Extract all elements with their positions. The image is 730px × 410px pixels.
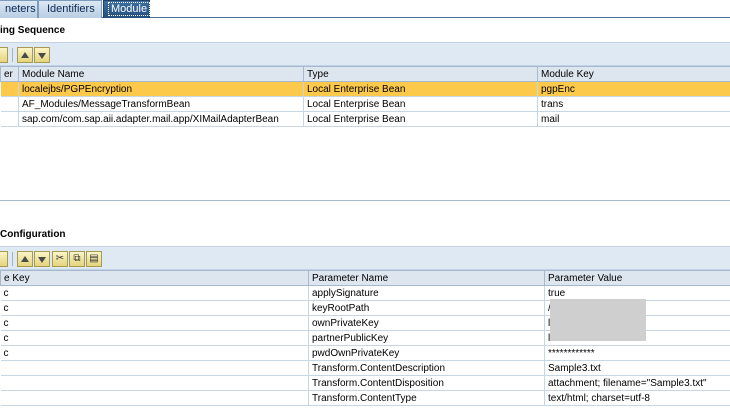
cell-module-name[interactable]: sap.com/com.sap.aii.adapter.mail.app/XIM… <box>18 111 304 127</box>
column-header-parameter-value[interactable]: Parameter Value <box>544 270 730 286</box>
table-row[interactable]: localejbs/PGPEncryption Local Enterprise… <box>0 81 730 97</box>
cell-parameter-value[interactable]: ************ <box>544 345 730 361</box>
cut-button[interactable]: ✂ <box>52 251 68 267</box>
column-header-module-key[interactable]: Module Key <box>537 66 730 82</box>
cell-parameter-name[interactable]: keyRootPath <box>308 300 545 316</box>
redacted-values-block <box>550 299 646 341</box>
table-bottom-border <box>0 200 730 201</box>
cell-module-name[interactable]: AF_Modules/MessageTransformBean <box>18 96 304 112</box>
processing-sequence-table: er Module Name Type Module Key localejbs… <box>0 66 730 127</box>
tab-module[interactable]: Module <box>103 0 151 18</box>
cell-parameter-name[interactable]: Transform.ContentDisposition <box>308 375 545 391</box>
table-row[interactable]: Transform.ContentDisposition attachment;… <box>0 375 730 391</box>
cell-module-key[interactable]: c <box>0 300 309 316</box>
cell-module-key[interactable]: trans <box>537 96 730 112</box>
cell-module-key[interactable] <box>0 390 309 406</box>
tab-parameters[interactable]: neters <box>0 0 38 18</box>
table-header-row: er Module Name Type Module Key <box>0 66 730 82</box>
toolbar-divider <box>12 48 13 62</box>
move-up-button[interactable] <box>17 47 33 63</box>
cell-module-key[interactable]: c <box>0 285 309 301</box>
table-row[interactable]: c pwdOwnPrivateKey ************ <box>0 345 730 361</box>
column-header-module-key[interactable]: e Key <box>0 270 309 286</box>
table-row[interactable]: sap.com/com.sap.aii.adapter.mail.app/XIM… <box>0 111 730 127</box>
cell-parameter-value[interactable]: Sample3.txt <box>544 360 730 376</box>
cell-module-key[interactable]: mail <box>537 111 730 127</box>
cell-type[interactable]: Local Enterprise Bean <box>303 81 538 97</box>
tab-strip: neters Identifiers Module <box>0 0 730 18</box>
cell-module-key[interactable] <box>0 360 309 376</box>
column-header-parameter-name[interactable]: Parameter Name <box>308 270 545 286</box>
insert-icon <box>0 48 7 62</box>
paste-button[interactable]: ▤ <box>86 251 102 267</box>
insert-row-button[interactable] <box>0 47 8 63</box>
cell-module-key[interactable]: c <box>0 345 309 361</box>
copy-button[interactable]: ⧉ <box>69 251 85 267</box>
tab-label: Identifiers <box>47 3 95 15</box>
move-down-button[interactable] <box>34 47 50 63</box>
cell-parameter-name[interactable]: Transform.ContentDescription <box>308 360 545 376</box>
cell-parameter-name[interactable]: partnerPublicKey <box>308 330 545 346</box>
toolbar-divider <box>12 252 13 266</box>
column-header-number[interactable]: er <box>0 66 19 82</box>
cell-parameter-value[interactable]: attachment; filename="Sample3.txt" <box>544 375 730 391</box>
insert-row-button[interactable] <box>0 251 8 267</box>
table-row[interactable]: Transform.ContentDescription Sample3.txt <box>0 360 730 376</box>
arrow-down-icon <box>38 53 46 59</box>
module-configuration-title: Configuration <box>0 229 66 240</box>
cell-module-name[interactable]: localejbs/PGPEncryption <box>18 81 304 97</box>
insert-icon <box>0 252 7 266</box>
arrow-down-icon <box>38 257 46 263</box>
table-row[interactable]: AF_Modules/MessageTransformBean Local En… <box>0 96 730 112</box>
cell-number[interactable] <box>0 81 19 97</box>
cell-module-key[interactable] <box>0 375 309 391</box>
column-header-type[interactable]: Type <box>303 66 538 82</box>
move-up-button[interactable] <box>17 251 33 267</box>
cell-parameter-name[interactable]: pwdOwnPrivateKey <box>308 345 545 361</box>
tab-identifiers[interactable]: Identifiers <box>38 0 102 18</box>
scissors-icon: ✂ <box>55 253 65 264</box>
column-header-module-name[interactable]: Module Name <box>18 66 304 82</box>
cell-module-key[interactable]: c <box>0 330 309 346</box>
cell-type[interactable]: Local Enterprise Bean <box>303 96 538 112</box>
cell-type[interactable]: Local Enterprise Bean <box>303 111 538 127</box>
table-row[interactable]: Transform.ContentType text/html; charset… <box>0 390 730 406</box>
cell-number[interactable] <box>0 96 19 112</box>
cell-parameter-name[interactable]: ownPrivateKey <box>308 315 545 331</box>
table-header-row: e Key Parameter Name Parameter Value <box>0 270 730 286</box>
arrow-up-icon <box>21 52 29 58</box>
tab-label: neters <box>5 3 36 15</box>
arrow-up-icon <box>21 256 29 262</box>
cell-module-key[interactable]: c <box>0 315 309 331</box>
cell-parameter-value[interactable]: text/html; charset=utf-8 <box>544 390 730 406</box>
processing-sequence-toolbar <box>0 42 730 66</box>
paste-icon: ▤ <box>89 253 99 264</box>
module-configuration-toolbar: ✂ ⧉ ▤ <box>0 246 730 270</box>
processing-sequence-title: ing Sequence <box>0 25 66 36</box>
tab-label: Module <box>108 2 151 16</box>
move-down-button[interactable] <box>34 251 50 267</box>
cell-parameter-name[interactable]: applySignature <box>308 285 545 301</box>
copy-icon: ⧉ <box>73 253 81 264</box>
cell-module-key[interactable]: pgpEnc <box>537 81 730 97</box>
cell-parameter-name[interactable]: Transform.ContentType <box>308 390 545 406</box>
cell-number[interactable] <box>0 111 19 127</box>
